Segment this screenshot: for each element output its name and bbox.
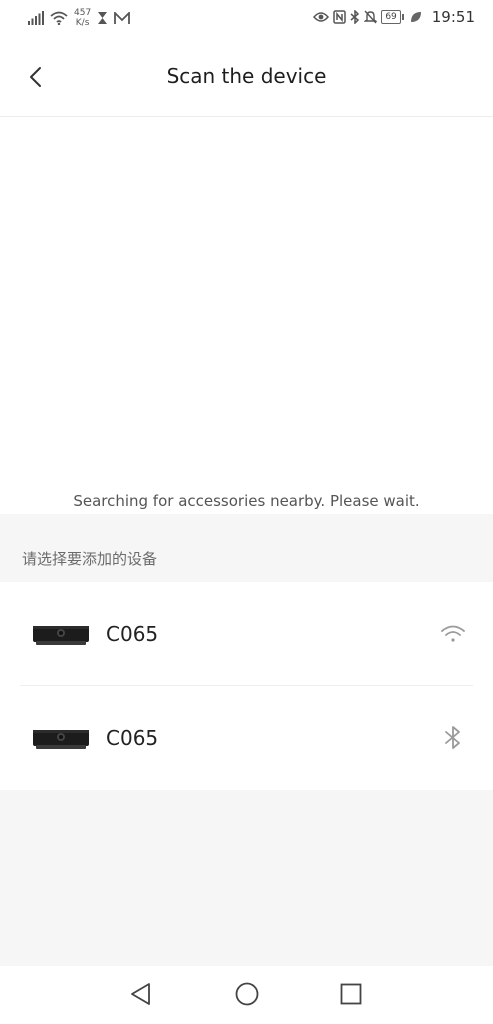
leaf-icon xyxy=(410,12,421,22)
device-name: C065 xyxy=(106,726,159,750)
wifi-status-icon xyxy=(50,11,68,25)
bluetooth-status-icon xyxy=(350,10,360,24)
system-nav-bar xyxy=(0,966,493,1024)
nav-back-icon[interactable] xyxy=(127,980,155,1008)
device-name: C065 xyxy=(106,622,159,646)
network-speed-unit: K/s xyxy=(75,18,90,28)
camera-device-icon xyxy=(33,626,89,645)
status-left: 457 K/s xyxy=(28,8,131,28)
section-label: 请选择要添加的设备 xyxy=(22,550,158,568)
screen: 457 K/s 69 19:51 Scan the device Searchi… xyxy=(0,0,493,1024)
mute-bell-icon xyxy=(364,10,378,24)
battery-level: 69 xyxy=(385,12,397,22)
signal-icon xyxy=(28,11,44,25)
status-bar: 457 K/s 69 19:51 xyxy=(0,0,493,40)
battery-icon: 69 xyxy=(381,10,405,24)
camera-device-icon xyxy=(33,730,89,749)
wifi-icon xyxy=(441,625,465,642)
eye-icon xyxy=(313,12,330,22)
clock: 19:51 xyxy=(431,8,475,26)
hourglass-icon xyxy=(98,12,108,24)
device-row[interactable]: C065 xyxy=(0,582,493,686)
status-right: 69 19:51 xyxy=(313,8,475,26)
mail-icon xyxy=(114,11,131,24)
nfc-icon xyxy=(333,10,347,24)
search-status-text: Searching for accessories nearby. Please… xyxy=(73,492,420,510)
bluetooth-icon xyxy=(445,726,460,749)
page-title: Scan the device xyxy=(166,64,327,88)
network-speed: 457 K/s xyxy=(74,8,91,28)
network-speed-value: 457 xyxy=(74,8,92,18)
device-row[interactable]: C065 xyxy=(0,686,493,790)
nav-recents-icon[interactable] xyxy=(337,980,365,1008)
nav-home-icon[interactable] xyxy=(233,980,261,1008)
device-list: C065 C065 xyxy=(0,582,493,790)
app-header: Scan the device xyxy=(0,40,493,117)
